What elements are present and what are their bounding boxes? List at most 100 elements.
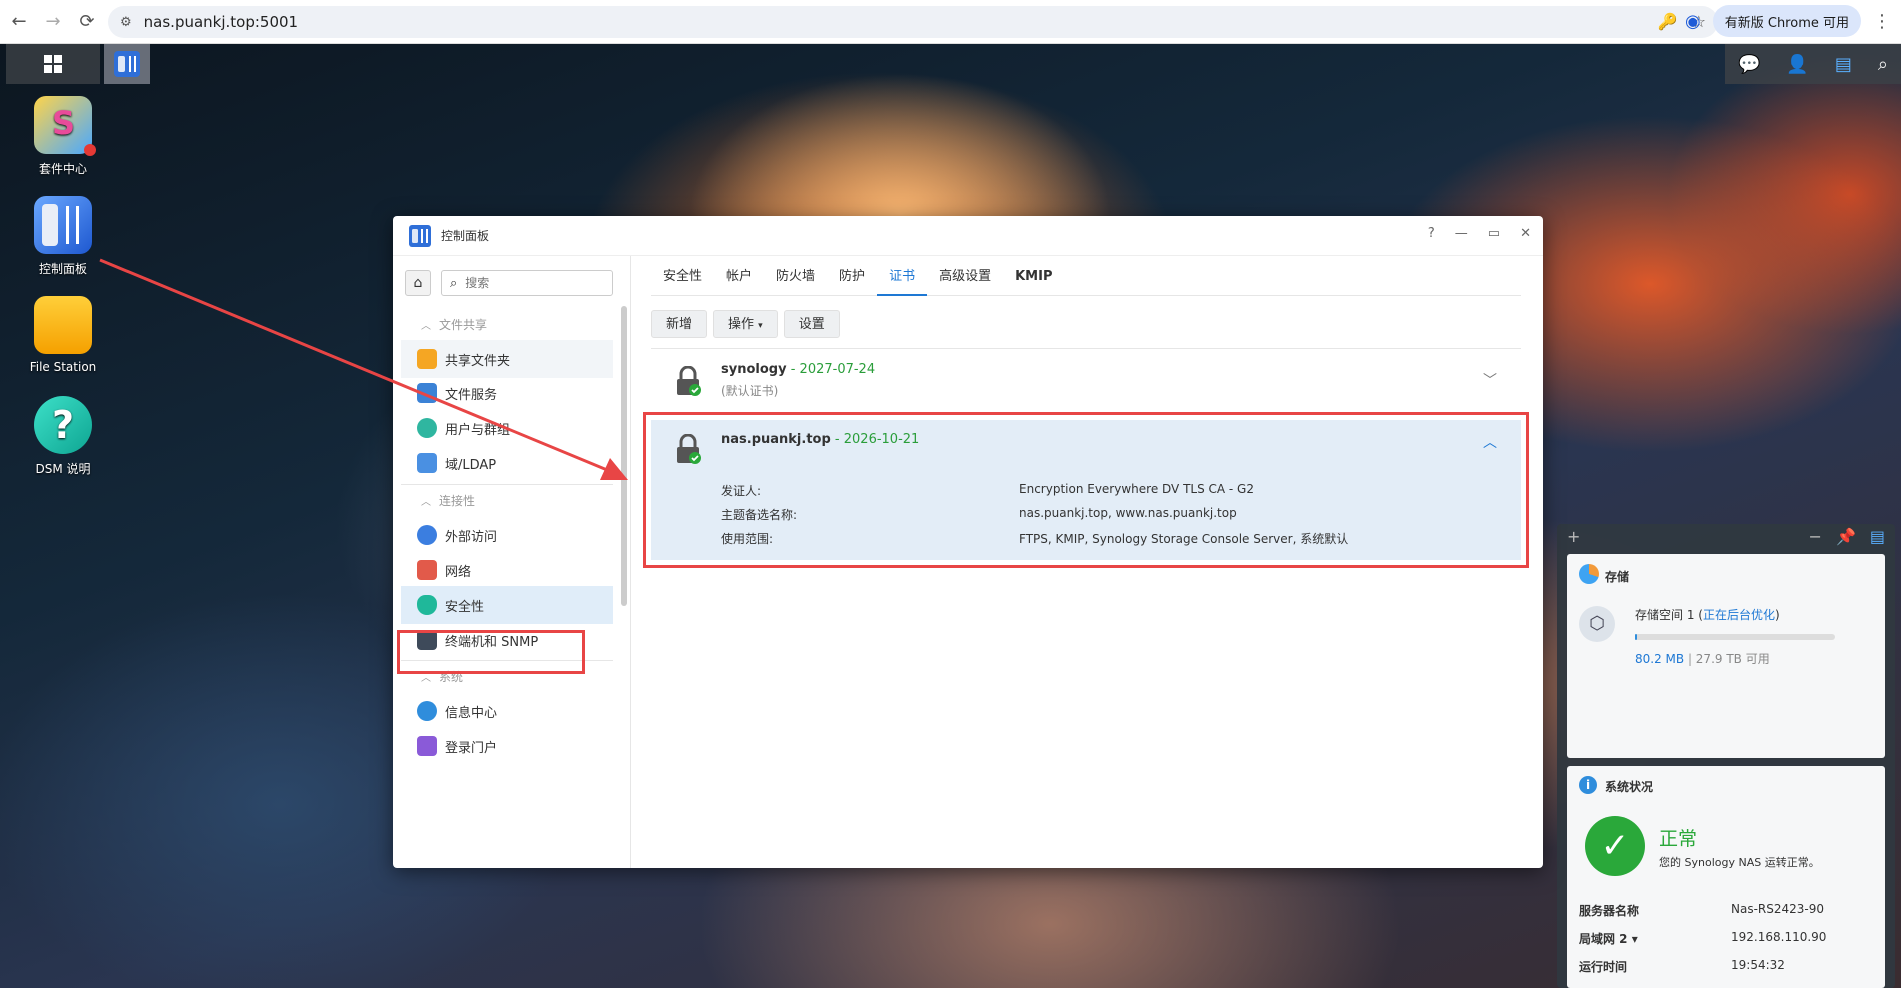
tab-advanced[interactable]: 高级设置 xyxy=(927,256,1003,296)
section-connectivity[interactable]: ︿ 连接性 xyxy=(421,492,475,509)
volume-icon: ⬡ xyxy=(1579,606,1615,642)
cert-default-label: (默认证书) xyxy=(721,384,779,398)
volume-status[interactable]: 正在后台优化 xyxy=(1703,608,1775,622)
menu-icon[interactable]: ⋮ xyxy=(1873,11,1891,32)
control-panel-icon xyxy=(409,224,431,247)
users-icon xyxy=(417,418,437,438)
site-settings-icon[interactable]: ⚙ xyxy=(120,15,132,30)
desktop-icon-label: File Station xyxy=(29,360,97,374)
chevron-up-icon: ︿ xyxy=(421,673,431,684)
tab-kmip[interactable]: KMIP xyxy=(1003,256,1064,296)
system-health-widget: i 系统状况 ✓ 正常 您的 Synology NAS 运转正常。 服务器名称 … xyxy=(1567,766,1885,988)
help-icon: ? xyxy=(34,396,92,454)
cert-row[interactable]: synology - 2027-07-24 (默认证书) ﹀ xyxy=(651,354,1521,414)
add-widget-icon[interactable]: + xyxy=(1567,527,1580,546)
widget-panel: + − 📌 ▤ 存储 ⬡ 存储空间 1 (正在后台优化) 80.2 MB | 2… xyxy=(1557,524,1895,988)
minimize-icon[interactable]: − xyxy=(1809,527,1822,546)
settings-button[interactable]: 设置 xyxy=(783,310,840,338)
key-icon[interactable]: 🔑 xyxy=(1658,12,1678,31)
reload-icon[interactable]: ⟳ xyxy=(72,7,102,37)
storage-usage-bar xyxy=(1635,634,1835,640)
tab-protection[interactable]: 防护 xyxy=(827,256,877,296)
tab-firewall[interactable]: 防火墙 xyxy=(764,256,827,296)
home-icon: ⌂ xyxy=(413,275,423,291)
taskbar-control-panel[interactable] xyxy=(104,44,150,84)
add-button[interactable]: 新增 xyxy=(651,310,708,338)
lan-selector[interactable]: 局域网 2 ▾ xyxy=(1579,930,1638,947)
help-icon[interactable]: ? xyxy=(1428,226,1435,241)
maximize-icon[interactable]: ▭ xyxy=(1488,226,1500,241)
sidebar-item-info-center[interactable]: 信息中心 xyxy=(401,692,613,730)
grid-icon xyxy=(44,55,62,73)
pin-icon[interactable]: 📌 xyxy=(1836,527,1856,546)
desktop-package-center[interactable]: S 套件中心 xyxy=(8,96,118,177)
sidebar-item-login-portal[interactable]: 登录门户 xyxy=(401,727,613,765)
sidebar-item-external-access[interactable]: 外部访问 xyxy=(401,516,613,554)
address-bar[interactable]: ⚙ nas.puankj.top:5001 🔑 ☆ xyxy=(108,6,1718,38)
cert-toolbar: 新增 操作 ▾ 设置 xyxy=(651,310,840,338)
info-icon xyxy=(417,701,437,721)
cert-name: synology - 2027-07-24 xyxy=(721,362,876,377)
status-value: Nas-RS2423-90 xyxy=(1731,902,1825,916)
taskbar-right: 💬 👤 ▤ ⌕ xyxy=(1725,44,1901,84)
desktop-control-panel[interactable]: 控制面板 xyxy=(8,196,118,277)
window-titlebar[interactable]: 控制面板 xyxy=(393,216,1543,256)
home-button[interactable]: ⌂ xyxy=(405,270,431,296)
back-arrow-icon[interactable]: ← xyxy=(4,7,34,37)
sidebar-item-file-services[interactable]: 文件服务 xyxy=(401,374,613,412)
tab-bar: 安全性 帐户 防火墙 防护 证书 高级设置 KMIP xyxy=(651,256,1521,296)
desktop-file-station[interactable]: File Station xyxy=(8,296,118,374)
folder-icon xyxy=(34,296,92,354)
widget-menu-icon[interactable]: ▤ xyxy=(1870,527,1885,546)
action-dropdown[interactable]: 操作 ▾ xyxy=(713,310,778,338)
tab-account[interactable]: 帐户 xyxy=(714,256,764,296)
widget-header: + − 📌 ▤ xyxy=(1557,524,1895,548)
ldap-icon xyxy=(417,453,437,473)
caret-down-icon: ▾ xyxy=(758,321,763,331)
sidebar-search[interactable]: ⌕ xyxy=(441,270,613,296)
tab-security[interactable]: 安全性 xyxy=(651,256,714,296)
storage-title: 存储 xyxy=(1605,570,1630,584)
health-desc: 您的 Synology NAS 运转正常。 xyxy=(1659,856,1820,869)
section-file-sharing[interactable]: ︿ 文件共享 xyxy=(421,316,487,333)
main-content: 安全性 帐户 防火墙 防护 证书 高级设置 KMIP 新增 操作 ▾ 设置 sy… xyxy=(631,256,1543,868)
status-value: 19:54:32 xyxy=(1731,958,1785,972)
status-key: 服务器名称 xyxy=(1579,904,1640,918)
chrome-update-button[interactable]: 有新版 Chrome 可用 xyxy=(1712,5,1861,37)
main-menu-button[interactable] xyxy=(6,44,100,84)
sidebar-item-shared-folder[interactable]: 共享文件夹 xyxy=(401,340,613,378)
storage-pie-icon xyxy=(1579,564,1599,584)
sidebar-item-users-groups[interactable]: 用户与群组 xyxy=(401,409,613,447)
sidebar-item-security[interactable]: 安全性 xyxy=(401,586,613,624)
lock-icon xyxy=(677,366,701,396)
desktop-icon-label: 套件中心 xyxy=(38,162,87,176)
external-access-icon xyxy=(417,525,437,545)
tab-certificate[interactable]: 证书 xyxy=(877,256,928,296)
window-title: 控制面板 xyxy=(441,229,490,243)
minimize-icon[interactable]: — xyxy=(1455,226,1468,241)
close-icon[interactable]: ✕ xyxy=(1520,226,1531,241)
system-health-title: 系统状况 xyxy=(1605,780,1654,794)
desktop-icon-label: DSM 说明 xyxy=(35,462,91,476)
desktop-icon-label: 控制面板 xyxy=(38,262,87,276)
highlight-cert-box xyxy=(643,412,1529,568)
desktop-dsm-help[interactable]: ? DSM 说明 xyxy=(8,396,118,477)
profile-icon[interactable]: ◉ xyxy=(1685,11,1701,32)
forward-arrow-icon[interactable]: → xyxy=(38,7,68,37)
sidebar-item-network[interactable]: 网络 xyxy=(401,551,613,589)
sidebar-scrollbar[interactable] xyxy=(621,306,627,606)
shield-icon xyxy=(417,595,437,615)
chevron-down-icon[interactable]: ﹀ xyxy=(1483,370,1497,390)
storage-widget: 存储 ⬡ 存储空间 1 (正在后台优化) 80.2 MB | 27.9 TB 可… xyxy=(1567,554,1885,758)
url-text[interactable]: nas.puankj.top:5001 xyxy=(144,13,298,31)
info-icon: i xyxy=(1579,776,1597,794)
search-icon[interactable]: ⌕ xyxy=(1878,54,1888,75)
search-input[interactable] xyxy=(465,276,596,290)
sidebar-item-domain-ldap[interactable]: 域/LDAP xyxy=(401,444,613,482)
chat-icon[interactable]: 💬 xyxy=(1738,54,1760,75)
storage-usage-text: 80.2 MB | 27.9 TB 可用 xyxy=(1635,652,1770,666)
status-key: 运行时间 xyxy=(1579,960,1628,974)
user-icon[interactable]: 👤 xyxy=(1786,54,1808,75)
control-panel-icon xyxy=(114,51,140,77)
widgets-icon[interactable]: ▤ xyxy=(1835,54,1852,75)
